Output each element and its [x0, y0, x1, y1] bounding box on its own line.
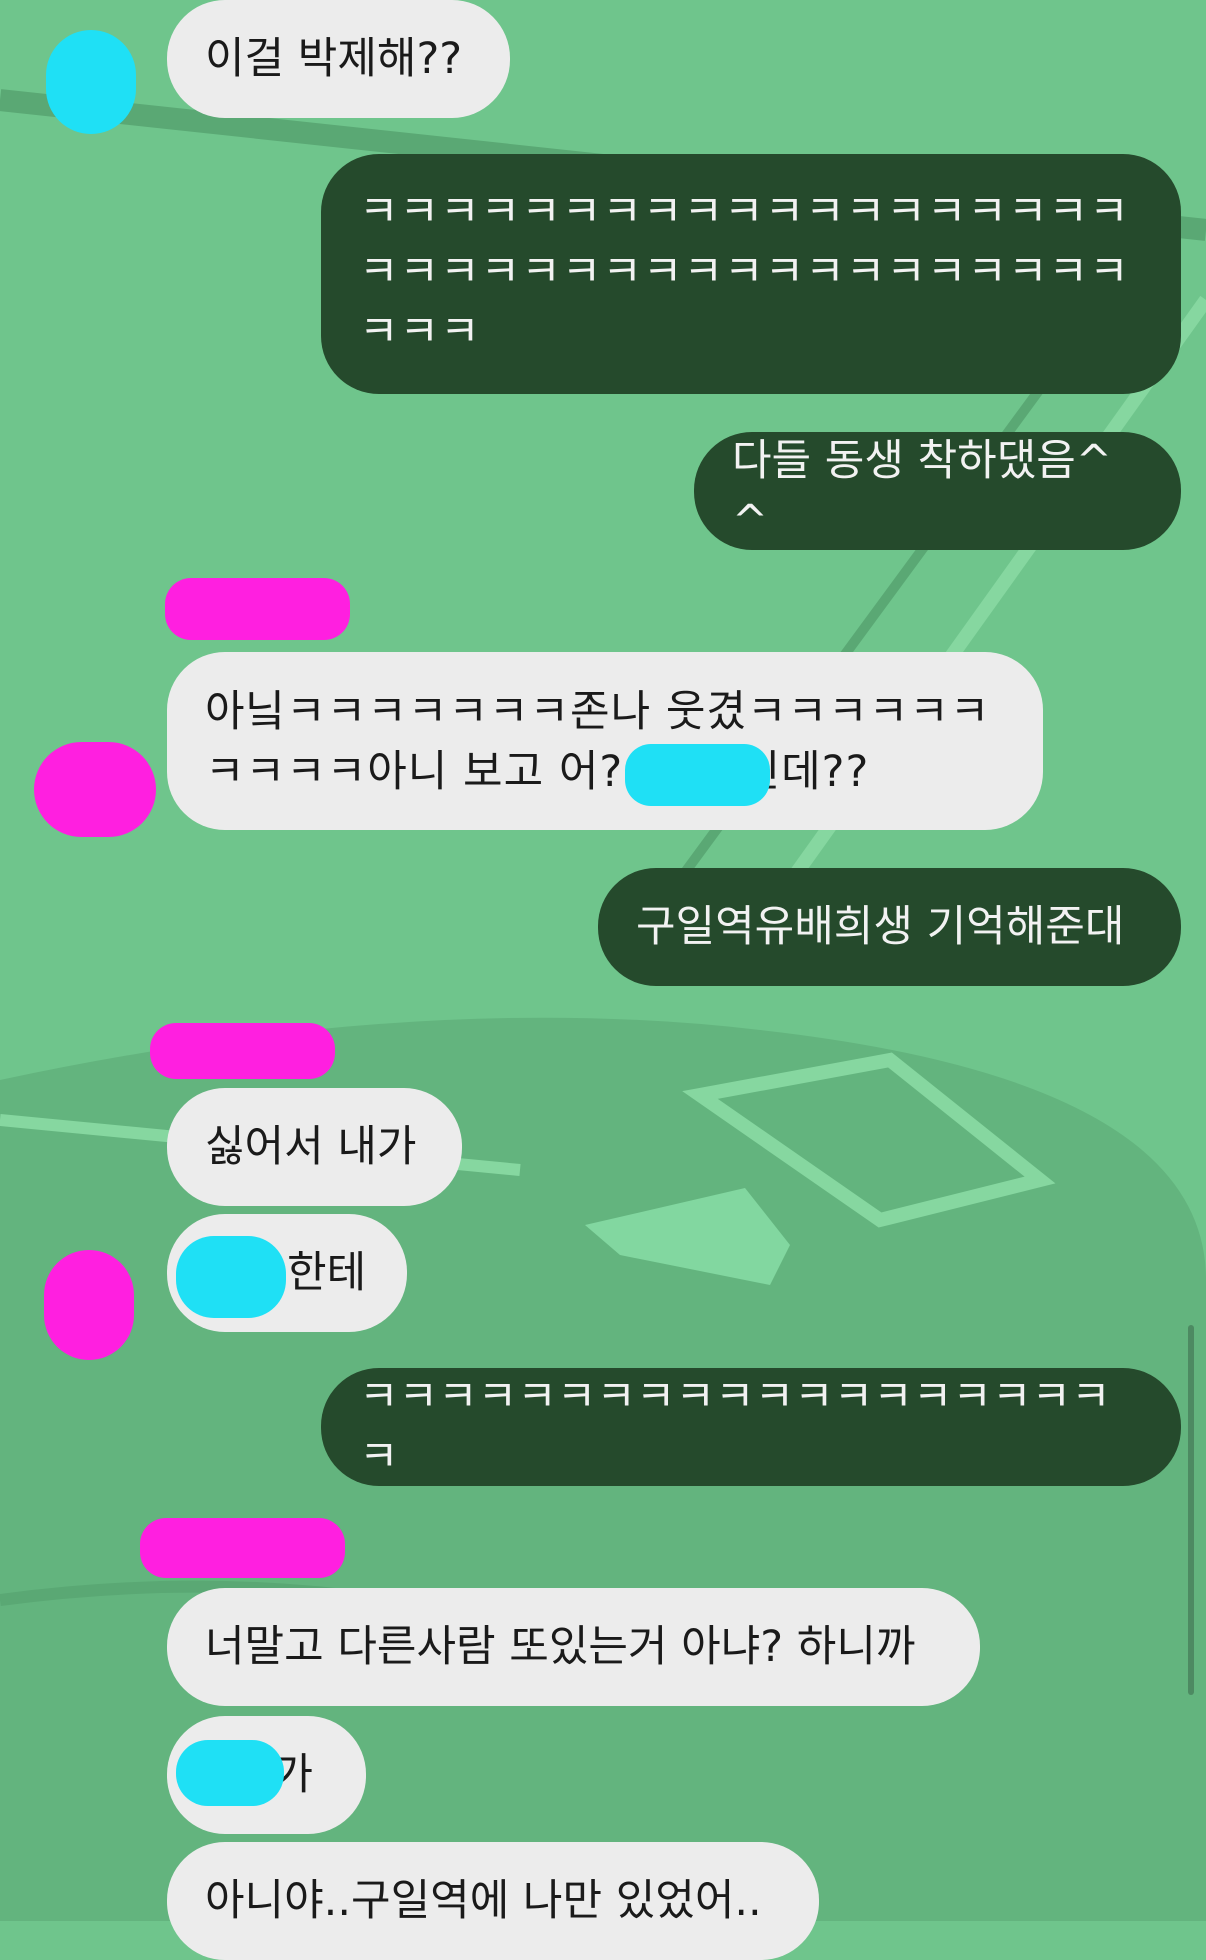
- message-bubble-incoming[interactable]: 아닠ㅋㅋㅋㅋㅋㅋㅋ존나 웃겼ㅋㅋㅋㅋㅋㅋㅋㅋㅋㅋ아니 보고 어? 인데??: [167, 652, 1043, 830]
- avatar-censor: [34, 742, 156, 837]
- name-censor: [165, 578, 350, 640]
- message-bubble-outgoing[interactable]: ㅋㅋㅋㅋㅋㅋㅋㅋㅋㅋㅋㅋㅋㅋㅋㅋㅋㅋㅋㅋㅋㅋㅋㅋㅋㅋㅋㅋㅋㅋㅋㅋㅋㅋㅋㅋㅋㅋㅋㅋ…: [321, 154, 1181, 394]
- scrollbar[interactable]: [1188, 1325, 1194, 1695]
- message-bubble-incoming[interactable]: 이걸 박제해??: [167, 0, 510, 118]
- name-censor: [150, 1023, 335, 1079]
- avatar-censor: [46, 30, 136, 134]
- message-bubble-outgoing[interactable]: ㅋㅋㅋㅋㅋㅋㅋㅋㅋㅋㅋㅋㅋㅋㅋㅋㅋㅋㅋㅋ: [321, 1368, 1181, 1486]
- message-bubble-incoming[interactable]: 싫어서 내가: [167, 1088, 462, 1206]
- name-censor: [176, 1740, 284, 1806]
- message-bubble-outgoing[interactable]: 다들 동생 착하댔음^^: [694, 432, 1181, 550]
- name-censor: [625, 744, 770, 806]
- name-censor: [176, 1236, 286, 1318]
- name-censor: [140, 1518, 345, 1578]
- avatar-censor: [44, 1250, 134, 1360]
- message-bubble-outgoing[interactable]: 구일역유배희생 기억해준대: [598, 868, 1181, 986]
- message-bubble-incoming[interactable]: 아니야..구일역에 나만 있었어..: [167, 1842, 819, 1960]
- message-bubble-incoming[interactable]: 너말고 다른사람 또있는거 아냐? 하니까: [167, 1588, 980, 1706]
